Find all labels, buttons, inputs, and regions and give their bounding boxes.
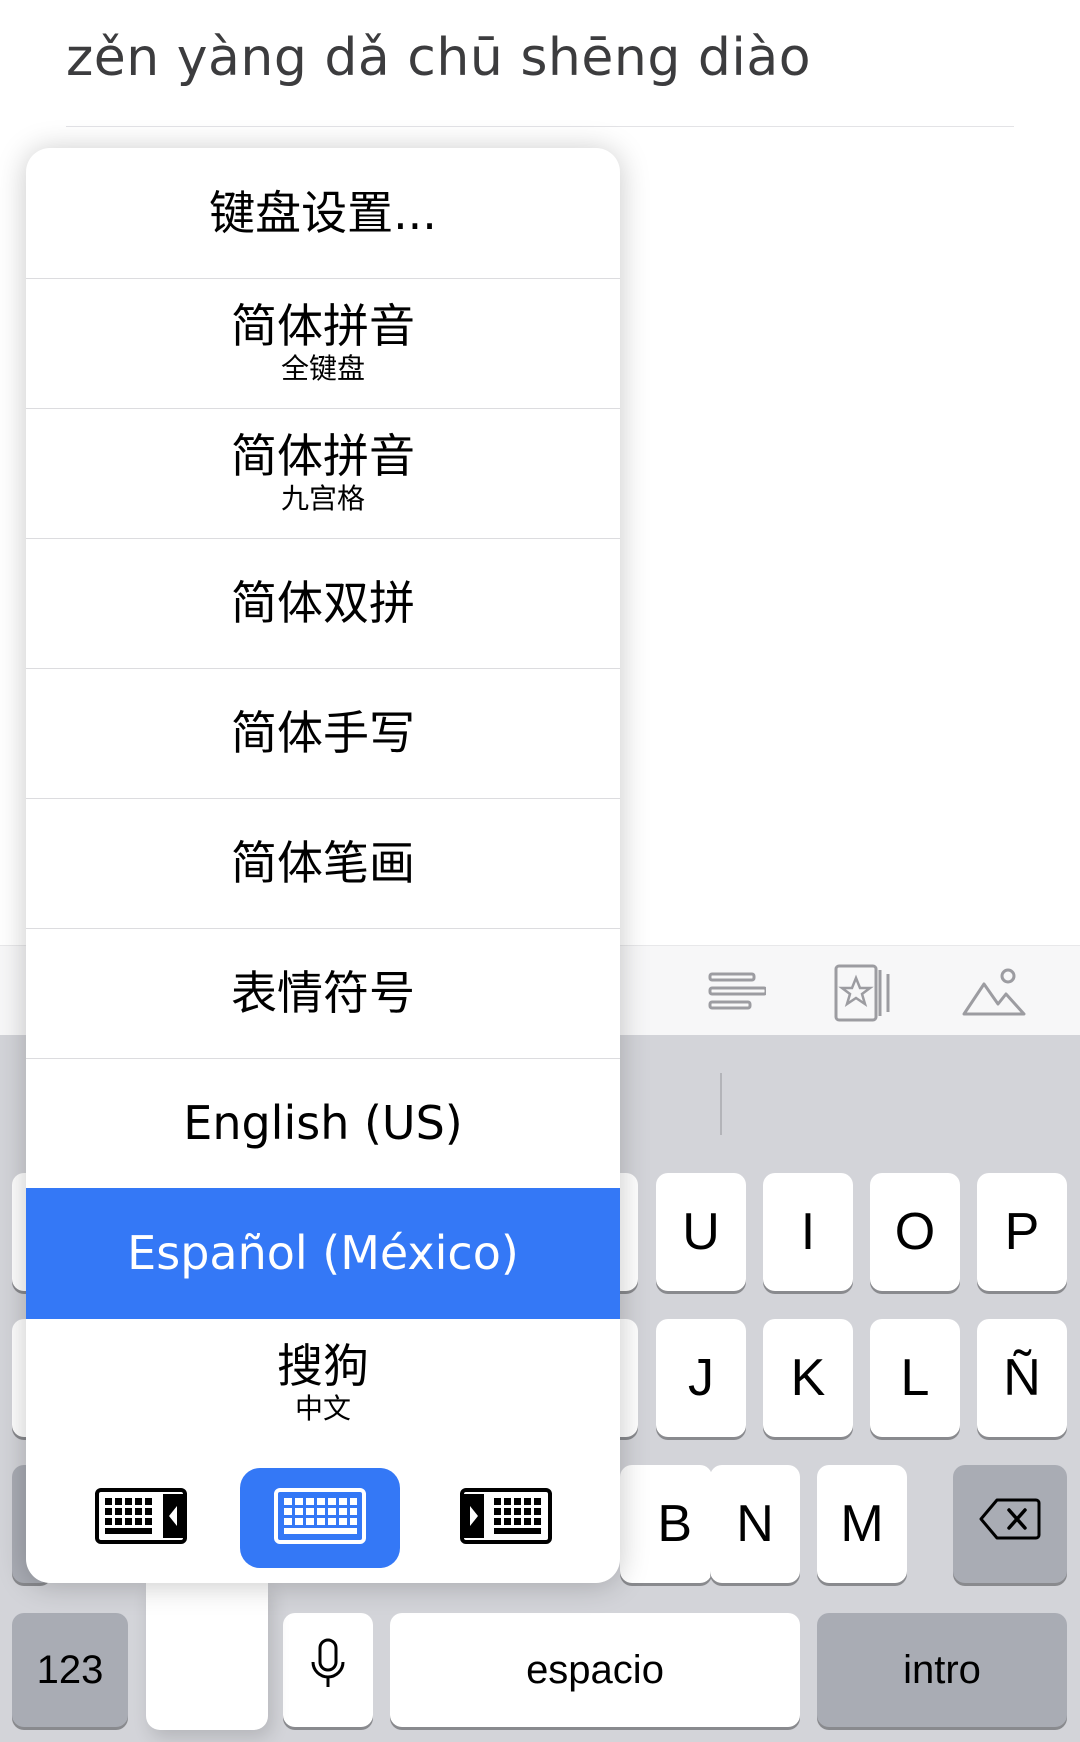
menu-item-shuangpin[interactable]: 简体双拼 [26, 538, 620, 669]
menu-item-sublabel: 中文 [294, 1392, 351, 1426]
key-i[interactable]: I [763, 1173, 853, 1291]
dictation-key[interactable] [283, 1613, 373, 1727]
menu-item-stroke[interactable]: 简体笔画 [26, 798, 620, 929]
menu-item-label: 简体拼音 [231, 298, 415, 353]
space-key[interactable]: espacio [390, 1613, 800, 1727]
menu-item-keyboard-settings[interactable]: 键盘设置... [26, 148, 620, 279]
menu-item-handwriting[interactable]: 简体手写 [26, 668, 620, 799]
starred-cards-icon[interactable] [832, 962, 896, 1022]
key-o[interactable]: O [870, 1173, 960, 1291]
keyboard-switcher-menu: 键盘设置... 简体拼音 全键盘 简体拼音 九宫格 简体双拼 简体手写 简体笔画… [26, 148, 620, 1583]
menu-item-label: 键盘设置... [209, 185, 437, 240]
keyboard-full-button[interactable] [240, 1468, 400, 1568]
suggestion-separator [720, 1073, 722, 1135]
menu-item-label: 简体笔画 [231, 835, 415, 890]
key-b[interactable]: B [620, 1465, 712, 1583]
menu-item-label: 简体拼音 [231, 428, 415, 483]
key-k[interactable]: K [763, 1319, 853, 1437]
key-j[interactable]: J [656, 1319, 746, 1437]
key-n[interactable]: N [710, 1465, 800, 1583]
menu-item-label: Español (México) [127, 1225, 519, 1280]
microphone-icon [310, 1638, 346, 1703]
menu-item-label: 表情符号 [231, 965, 415, 1020]
globe-key-highlight[interactable] [146, 1583, 268, 1730]
keyboard-full-icon [274, 1487, 366, 1549]
menu-item-label: 搜狗 [277, 1338, 369, 1393]
key-l[interactable]: L [870, 1319, 960, 1437]
align-text-icon[interactable] [702, 962, 768, 1022]
menu-item-sogou[interactable]: 搜狗 中文 [26, 1318, 620, 1448]
divider [66, 126, 1014, 127]
keyboard-right-button[interactable] [426, 1468, 586, 1568]
note-text[interactable]: zěn yàng dǎ chū shēng diào [66, 28, 811, 88]
menu-item-label: 简体双拼 [231, 575, 415, 630]
menu-item-sublabel: 全键盘 [280, 352, 365, 386]
delete-key[interactable] [953, 1465, 1067, 1583]
menu-item-espanol-mexico[interactable]: Español (México) [26, 1188, 620, 1319]
key-n-tilde[interactable]: Ñ [977, 1319, 1067, 1437]
return-key[interactable]: intro [817, 1613, 1067, 1727]
image-icon[interactable] [962, 962, 1026, 1022]
menu-item-pinyin-qwerty[interactable]: 简体拼音 全键盘 [26, 278, 620, 409]
menu-item-sublabel: 九宫格 [280, 482, 365, 516]
key-m[interactable]: M [817, 1465, 907, 1583]
key-p[interactable]: P [977, 1173, 1067, 1291]
menu-item-label: English (US) [183, 1095, 463, 1150]
menu-item-english-us[interactable]: English (US) [26, 1058, 620, 1189]
delete-icon [979, 1494, 1041, 1554]
numbers-key[interactable]: 123 [12, 1613, 128, 1727]
keyboard-left-icon [95, 1487, 187, 1549]
menu-item-pinyin-10key[interactable]: 简体拼音 九宫格 [26, 408, 620, 539]
keyboard-mode-selector [26, 1448, 620, 1583]
menu-item-label: 简体手写 [231, 705, 415, 760]
key-u[interactable]: U [656, 1173, 746, 1291]
menu-item-emoji[interactable]: 表情符号 [26, 928, 620, 1059]
keyboard-left-button[interactable] [61, 1468, 221, 1568]
keyboard-right-icon [460, 1487, 552, 1549]
